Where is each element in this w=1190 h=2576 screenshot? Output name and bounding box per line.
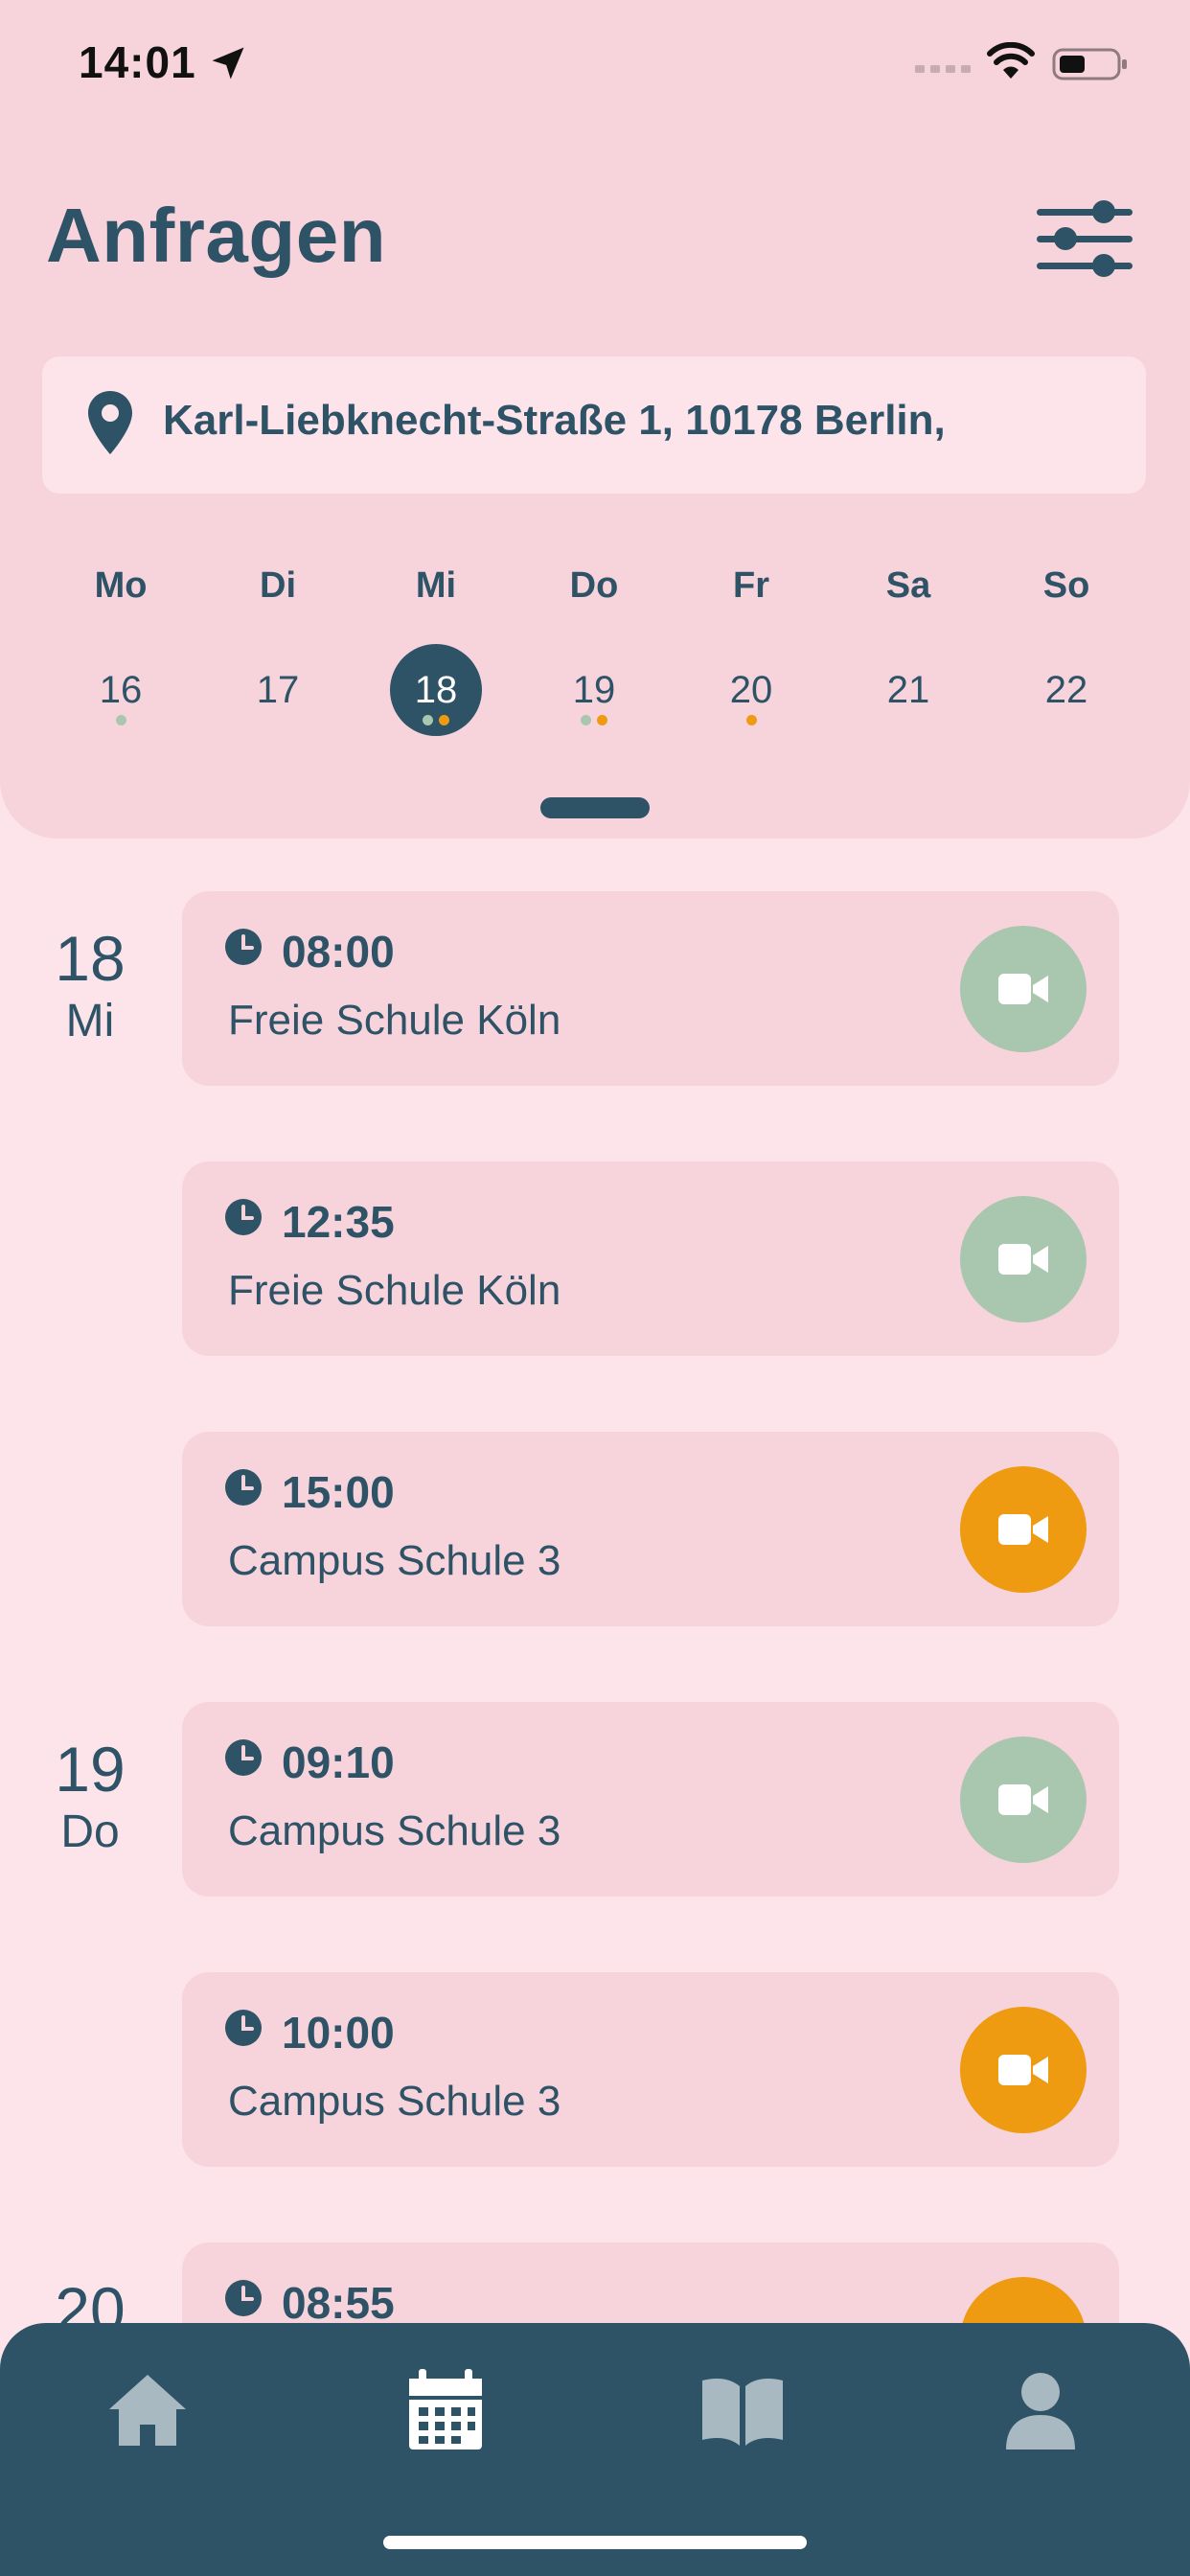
appointment-time: 09:10 xyxy=(282,1737,395,1787)
video-camera-icon xyxy=(998,974,1048,1004)
video-call-button[interactable] xyxy=(960,1466,1087,1593)
video-call-button[interactable] xyxy=(960,1196,1087,1322)
day-label-number: 19 xyxy=(55,1734,126,1805)
video-call-button[interactable] xyxy=(960,926,1087,1052)
appointment-time: 08:55 xyxy=(282,2278,395,2328)
appointment-list: 18 Mi 08:00 Freie Schule Köln 12:35 Frei… xyxy=(0,0,1190,2576)
appointment-school: Freie Schule Köln xyxy=(228,1267,561,1314)
day-label-weekday: Mi xyxy=(65,996,115,1046)
clock-icon xyxy=(225,1469,262,1506)
appointment-card[interactable]: 09:10 Campus Schule 3 xyxy=(182,1702,1119,1897)
appointment-card[interactable]: 10:00 Campus Schule 3 xyxy=(182,1972,1119,2167)
clock-icon xyxy=(225,1199,262,1235)
tab-library[interactable] xyxy=(695,2361,790,2457)
video-camera-icon xyxy=(998,1244,1048,1275)
tab-home[interactable] xyxy=(100,2361,195,2457)
clock-icon xyxy=(225,2010,262,2046)
video-call-button[interactable] xyxy=(960,2007,1087,2133)
appointment-time: 10:00 xyxy=(282,2008,395,2058)
day-label-number: 18 xyxy=(55,923,126,994)
day-label: 18 Mi xyxy=(0,922,180,1048)
video-camera-icon xyxy=(998,1514,1048,1545)
video-camera-icon xyxy=(998,2055,1048,2085)
day-label-weekday: Do xyxy=(60,1806,120,1857)
calendar-icon xyxy=(409,2369,482,2450)
appointment-time: 12:35 xyxy=(282,1197,395,1247)
home-indicator xyxy=(383,2536,807,2549)
appointment-time: 08:00 xyxy=(282,927,395,977)
day-label: 19 Do xyxy=(0,1733,180,1859)
appointment-time: 15:00 xyxy=(282,1467,395,1517)
appointment-card[interactable]: 15:00 Campus Schule 3 xyxy=(182,1432,1119,1626)
profile-icon xyxy=(1006,2373,1075,2450)
book-icon xyxy=(702,2379,783,2446)
appointment-school: Campus Schule 3 xyxy=(228,2078,561,2125)
video-call-button[interactable] xyxy=(960,1736,1087,1863)
appointment-school: Freie Schule Köln xyxy=(228,997,561,1044)
appointment-card[interactable]: 12:35 Freie Schule Köln xyxy=(182,1162,1119,1356)
tab-calendar[interactable] xyxy=(398,2361,493,2457)
appointment-school: Campus Schule 3 xyxy=(228,1807,561,1854)
home-icon xyxy=(109,2375,186,2446)
tab-profile[interactable] xyxy=(993,2361,1088,2457)
clock-icon xyxy=(225,1739,262,1776)
clock-icon xyxy=(225,929,262,965)
clock-icon xyxy=(225,2280,262,2316)
appointment-card[interactable]: 08:00 Freie Schule Köln xyxy=(182,891,1119,1086)
appointment-school: Campus Schule 3 xyxy=(228,1537,561,1584)
video-camera-icon xyxy=(998,1784,1048,1815)
